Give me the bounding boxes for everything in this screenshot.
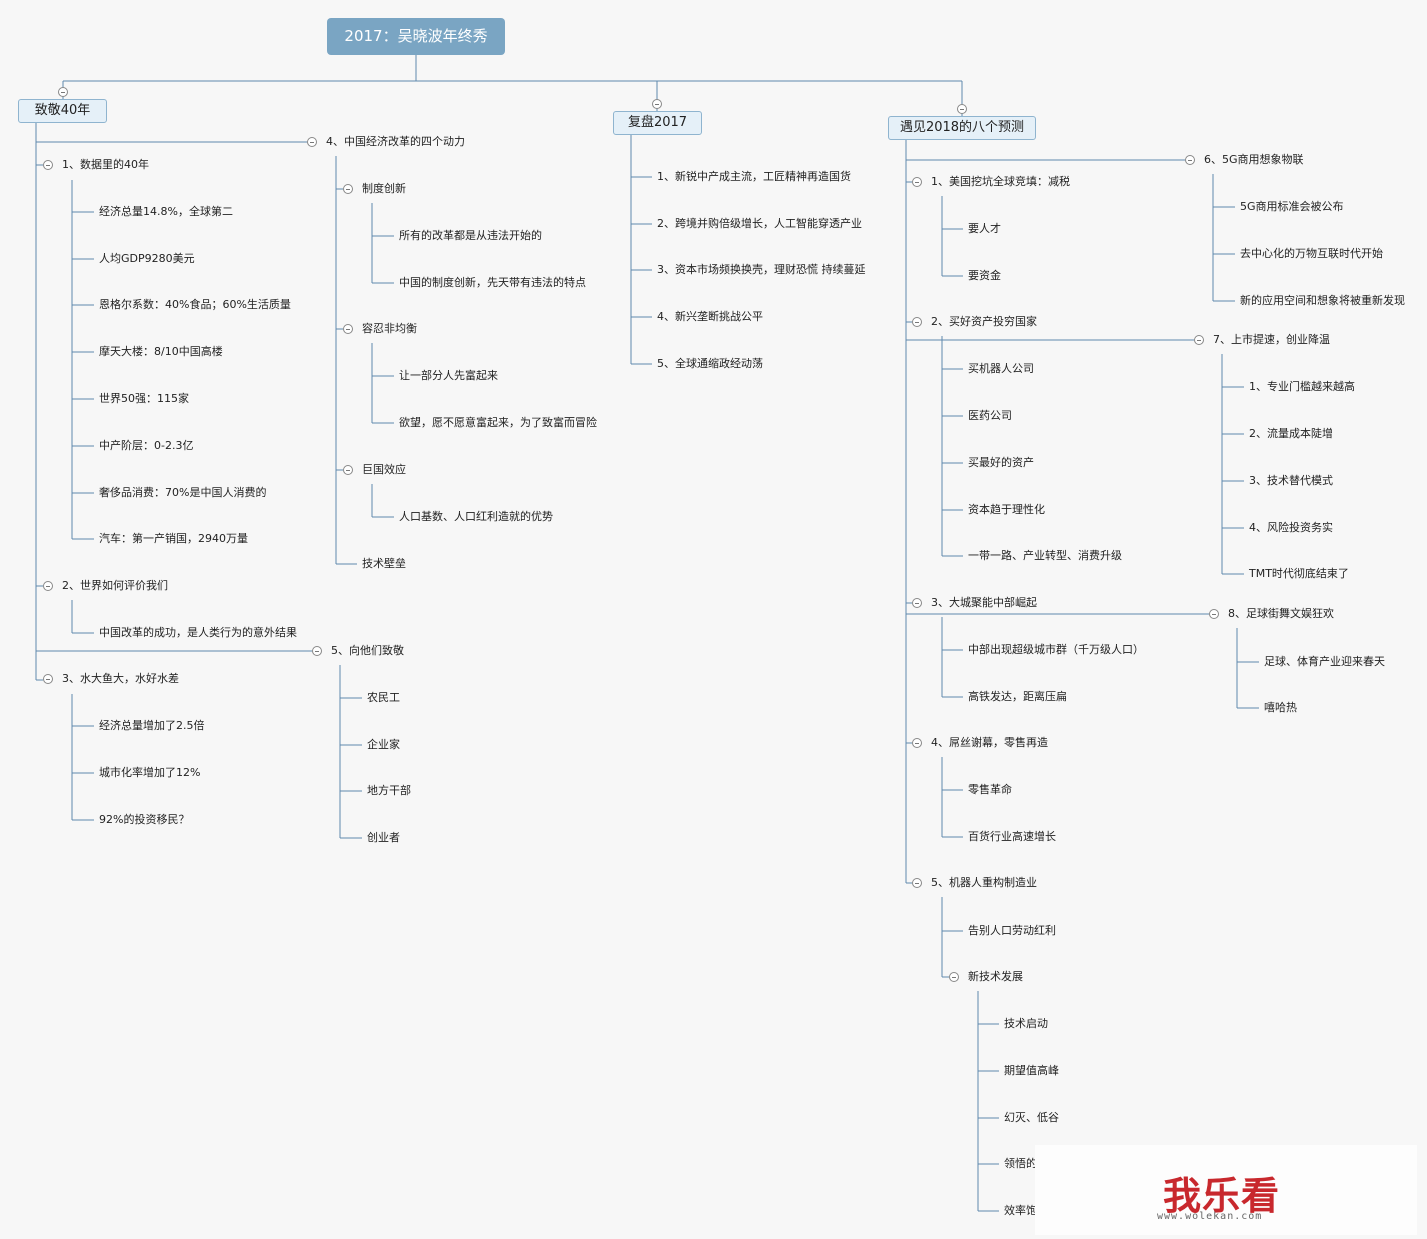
- topic-robots-manufacturing[interactable]: 5、机器人重构制造业: [931, 876, 1037, 890]
- leaf-item[interactable]: 嘻哈热: [1264, 701, 1297, 715]
- topic-retail-rebuild[interactable]: 4、屌丝谢幕，零售再造: [931, 736, 1048, 750]
- subtopic-giant-nation-effect[interactable]: 巨国效应: [362, 463, 406, 477]
- leaf-item[interactable]: 2、流量成本陡增: [1249, 427, 1333, 441]
- leaf-item[interactable]: 足球、体育产业迎来春天: [1264, 655, 1385, 669]
- leaf-item[interactable]: 摩天大楼：8/10中国高楼: [99, 345, 223, 359]
- collapse-toggle-icon[interactable]: [43, 674, 53, 684]
- leaf-item[interactable]: 2、跨境并购倍级增长，人工智能穿透产业: [657, 217, 862, 231]
- branch-review-2017[interactable]: 复盘2017: [613, 111, 702, 135]
- leaf-item[interactable]: 奢侈品消费：70%是中国人消费的: [99, 486, 266, 500]
- watermark: 我乐看 www.wolekan.com: [1035, 1145, 1417, 1235]
- leaf-item[interactable]: 中部出现超级城市群（千万级人口）: [968, 643, 1144, 657]
- branch-predictions-2018[interactable]: 遇见2018的八个预测: [888, 116, 1036, 140]
- collapse-toggle-icon[interactable]: [1185, 155, 1195, 165]
- leaf-item[interactable]: 5G商用标准会被公布: [1240, 200, 1344, 214]
- subtopic-new-tech-development[interactable]: 新技术发展: [968, 970, 1023, 984]
- leaf-item[interactable]: 欲望，愿不愿意富起来，为了致富而冒险: [399, 416, 597, 430]
- leaf-item[interactable]: 汽车：第一产销国，2940万量: [99, 532, 248, 546]
- collapse-toggle-icon[interactable]: [652, 99, 662, 109]
- connector-lines: [35, 55, 1259, 1212]
- leaf-item[interactable]: 领悟的: [1004, 1157, 1037, 1171]
- leaf-item[interactable]: 中产阶层：0-2.3亿: [99, 439, 193, 453]
- leaf-item[interactable]: 4、风险投资务实: [1249, 521, 1333, 535]
- leaf-item[interactable]: 医药公司: [968, 409, 1012, 423]
- root-topic[interactable]: 2017：吴晓波年终秀: [327, 18, 505, 55]
- collapse-toggle-icon[interactable]: [58, 87, 68, 97]
- collapse-toggle-icon[interactable]: [912, 598, 922, 608]
- watermark-url: www.wolekan.com: [1157, 1211, 1263, 1222]
- leaf-item[interactable]: 所有的改革都是从违法开始的: [399, 229, 542, 243]
- topic-5g-iot[interactable]: 6、5G商用想象物联: [1204, 153, 1304, 167]
- collapse-toggle-icon[interactable]: [1209, 609, 1219, 619]
- leaf-item[interactable]: 新的应用空间和想象将被重新发现: [1240, 294, 1405, 308]
- leaf-item[interactable]: TMT时代彻底结束了: [1249, 567, 1349, 581]
- topic-salute[interactable]: 5、向他们致敬: [331, 644, 404, 658]
- leaf-item[interactable]: 一带一路、产业转型、消费升级: [968, 549, 1122, 563]
- leaf-item[interactable]: 经济总量增加了2.5倍: [99, 719, 205, 733]
- collapse-toggle-icon[interactable]: [912, 878, 922, 888]
- leaf-item[interactable]: 1、专业门槛越来越高: [1249, 380, 1355, 394]
- leaf-item[interactable]: 幻灭、低谷: [1004, 1111, 1059, 1125]
- topic-four-drivers[interactable]: 4、中国经济改革的四个动力: [326, 135, 465, 149]
- leaf-item[interactable]: 企业家: [367, 738, 400, 752]
- topic-us-tax-cut[interactable]: 1、美国挖坑全球竞填：减税: [931, 175, 1070, 189]
- collapse-toggle-icon[interactable]: [343, 324, 353, 334]
- leaf-item[interactable]: 要人才: [968, 222, 1001, 236]
- leaf-item[interactable]: 中国的制度创新，先天带有违法的特点: [399, 276, 586, 290]
- leaf-item[interactable]: 农民工: [367, 691, 400, 705]
- leaf-item[interactable]: 92%的投资移民？: [99, 813, 189, 827]
- leaf-item[interactable]: 中国改革的成功，是人类行为的意外结果: [99, 626, 297, 640]
- leaf-item[interactable]: 百货行业高速增长: [968, 830, 1056, 844]
- leaf-item[interactable]: 资本趋于理性化: [968, 503, 1045, 517]
- leaf-item[interactable]: 创业者: [367, 831, 400, 845]
- collapse-toggle-icon[interactable]: [312, 646, 322, 656]
- leaf-item[interactable]: 人口基数、人口红利造就的优势: [399, 510, 553, 524]
- branch-tribute-40-years[interactable]: 致敬40年: [18, 99, 107, 123]
- topic-entertainment[interactable]: 8、足球街舞文娱狂欢: [1228, 607, 1334, 621]
- collapse-toggle-icon[interactable]: [343, 184, 353, 194]
- leaf-item[interactable]: 3、资本市场频换换壳，理财恐慌 持续蔓延: [657, 263, 866, 277]
- collapse-toggle-icon[interactable]: [912, 177, 922, 187]
- subtopic-institutional-innovation[interactable]: 制度创新: [362, 182, 406, 196]
- leaf-item[interactable]: 买机器人公司: [968, 362, 1034, 376]
- topic-world-evaluation[interactable]: 2、世界如何评价我们: [62, 579, 168, 593]
- topic-data-40-years[interactable]: 1、数据里的40年: [62, 158, 149, 172]
- topic-buy-good-assets[interactable]: 2、买好资产投穷国家: [931, 315, 1037, 329]
- leaf-item[interactable]: 经济总量14.8%，全球第二: [99, 205, 233, 219]
- collapse-toggle-icon[interactable]: [1194, 335, 1204, 345]
- leaf-item[interactable]: 恩格尔系数：40%食品；60%生活质量: [99, 298, 291, 312]
- collapse-toggle-icon[interactable]: [307, 137, 317, 147]
- leaf-item[interactable]: 去中心化的万物互联时代开始: [1240, 247, 1383, 261]
- leaf-item[interactable]: 零售革命: [968, 783, 1012, 797]
- leaf-item[interactable]: 要资金: [968, 269, 1001, 283]
- leaf-item[interactable]: 让一部分人先富起来: [399, 369, 498, 383]
- leaf-item[interactable]: 3、技术替代模式: [1249, 474, 1333, 488]
- subtopic-tolerate-imbalance[interactable]: 容忍非均衡: [362, 322, 417, 336]
- topic-big-water-big-fish[interactable]: 3、水大鱼大，水好水差: [62, 672, 179, 686]
- leaf-item[interactable]: 期望值高峰: [1004, 1064, 1059, 1078]
- leaf-item[interactable]: 技术启动: [1004, 1017, 1048, 1031]
- leaf-item[interactable]: 世界50强：115家: [99, 392, 189, 406]
- leaf-item[interactable]: 买最好的资产: [968, 456, 1034, 470]
- collapse-toggle-icon[interactable]: [912, 738, 922, 748]
- leaf-item[interactable]: 5、全球通缩政经动荡: [657, 357, 763, 371]
- collapse-toggle-icon[interactable]: [343, 465, 353, 475]
- collapse-toggle-icon[interactable]: [957, 104, 967, 114]
- leaf-item[interactable]: 效率饱: [1004, 1204, 1037, 1218]
- topic-ipo-speedup[interactable]: 7、上市提速，创业降温: [1213, 333, 1330, 347]
- topic-big-cities-central-rise[interactable]: 3、大城聚能中部崛起: [931, 596, 1037, 610]
- leaf-item[interactable]: 高铁发达，距离压扁: [968, 690, 1067, 704]
- leaf-item[interactable]: 地方干部: [367, 784, 411, 798]
- collapse-toggle-icon[interactable]: [43, 160, 53, 170]
- leaf-item[interactable]: 人均GDP9280美元: [99, 252, 195, 266]
- leaf-item[interactable]: 1、新锐中产成主流，工匠精神再造国货: [657, 170, 851, 184]
- collapse-toggle-icon[interactable]: [43, 581, 53, 591]
- subtopic-technology-barrier[interactable]: 技术壁垒: [362, 557, 406, 571]
- collapse-toggle-icon[interactable]: [949, 972, 959, 982]
- leaf-item[interactable]: 4、新兴垄断挑战公平: [657, 310, 763, 324]
- collapse-toggle-icon[interactable]: [912, 317, 922, 327]
- leaf-item[interactable]: 告别人口劳动红利: [968, 924, 1056, 938]
- leaf-item[interactable]: 城市化率增加了12%: [99, 766, 200, 780]
